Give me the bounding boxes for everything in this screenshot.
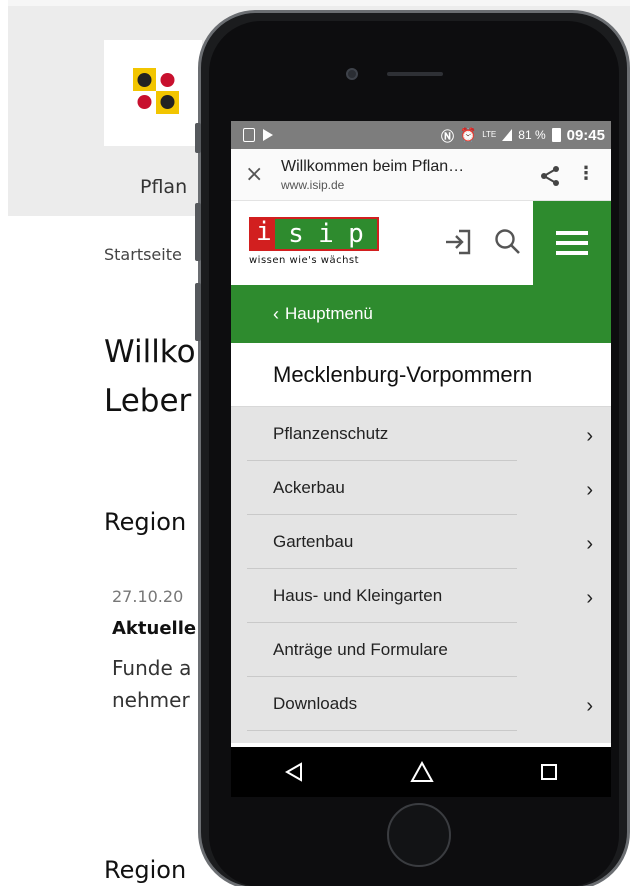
background-region-heading-2: Region — [104, 856, 187, 884]
chevron-right-icon: › — [586, 425, 593, 447]
more-options-icon[interactable]: ⋮ — [577, 163, 595, 184]
hamburger-bar — [556, 231, 588, 235]
earpiece-speaker — [387, 72, 443, 76]
background-heading-line1: Willko — [104, 334, 196, 370]
menu-item-pflanzenschutz[interactable]: Pflanzenschutz › — [231, 407, 611, 461]
close-tab-icon[interactable]: × — [245, 162, 267, 187]
coat-of-arms-icon — [133, 68, 179, 114]
logo-letter: s — [288, 219, 304, 249]
signal-icon — [502, 129, 513, 141]
phone-screen: Ⓝ ⏰ LTE 81 % 09:45 × Willkommen beim Pfl… — [231, 121, 611, 797]
back-label: Hauptmenü — [285, 304, 373, 323]
menu-item-haus-und-kleingarten[interactable]: Haus- und Kleingarten › — [231, 569, 611, 623]
battery-percentage: 81 % — [518, 128, 546, 142]
status-bar: Ⓝ ⏰ LTE 81 % 09:45 — [231, 121, 611, 149]
menu-item-antraege-und-formulare[interactable]: Anträge und Formulare — [231, 623, 611, 677]
menu-item-label: Pflanzenschutz — [273, 424, 389, 443]
page-title: Willkommen beim Pflan… — [281, 157, 465, 175]
clock: 09:45 — [566, 126, 605, 144]
android-navigation-bar — [231, 747, 611, 797]
background-site-name: Pflan — [140, 176, 188, 198]
nav-back-icon[interactable] — [283, 761, 305, 783]
nav-home-icon[interactable] — [410, 761, 434, 783]
region-title: Mecklenburg-Vorpommern — [231, 343, 611, 407]
menu-item-downloads[interactable]: Downloads › — [231, 677, 611, 731]
background-breadcrumb[interactable]: Startseite — [104, 245, 182, 264]
hamburger-bar — [556, 251, 588, 255]
site-header: i s i p wissen wie's wächst — [231, 201, 611, 285]
chevron-right-icon: › — [586, 587, 593, 609]
home-button[interactable] — [387, 803, 451, 867]
chevron-left-icon: ‹ — [273, 303, 279, 324]
browser-toolbar: × Willkommen beim Pflan… www.isip.de ⋮ — [231, 149, 611, 201]
hamburger-bar — [556, 241, 588, 245]
chevron-right-icon: › — [586, 533, 593, 555]
share-icon[interactable] — [539, 165, 561, 187]
menu-list-spacer — [231, 731, 611, 743]
download-notification-icon — [243, 128, 255, 142]
page-url: www.isip.de — [281, 177, 345, 192]
network-type: LTE — [482, 130, 497, 139]
phone-frame: Ⓝ ⏰ LTE 81 % 09:45 × Willkommen beim Pfl… — [195, 10, 630, 886]
logo-letter: i — [318, 219, 334, 249]
menu-item-label: Gartenbau — [273, 532, 354, 551]
nfc-icon: Ⓝ — [440, 128, 454, 144]
url-block[interactable]: Willkommen beim Pflan… www.isip.de — [281, 158, 464, 192]
chevron-right-icon: › — [586, 695, 593, 717]
menu-list: Pflanzenschutz › Ackerbau › Gartenbau › … — [231, 407, 611, 743]
logo-letter-i: i — [256, 217, 272, 247]
back-to-main-menu[interactable]: ‹ Hauptmenü — [231, 285, 611, 343]
background-heading-line2: Leber — [104, 383, 192, 419]
background-region-heading: Region — [104, 508, 187, 536]
search-icon[interactable] — [493, 227, 523, 257]
logo-letters: s i p — [275, 219, 377, 249]
background-news-date: 27.10.20 — [112, 587, 184, 606]
background-topline — [8, 0, 630, 6]
nav-recents-icon[interactable] — [539, 762, 559, 782]
menu-item-label: Downloads — [273, 694, 358, 713]
logo-tagline: wissen wie's wächst — [249, 255, 360, 266]
volume-down-button — [195, 283, 201, 341]
menu-item-label: Ackerbau — [273, 478, 345, 497]
isip-logo[interactable]: i s i p wissen wie's wächst — [249, 217, 379, 266]
logo-letter: p — [348, 219, 364, 249]
mute-switch — [195, 123, 201, 153]
background-news-text-line1: Funde a — [112, 656, 192, 680]
battery-icon — [551, 128, 561, 142]
menu-item-label: Haus- und Kleingarten — [273, 586, 443, 605]
login-icon[interactable] — [443, 227, 473, 257]
background-news-title[interactable]: Aktuelle — [112, 618, 196, 639]
phone-device: Ⓝ ⏰ LTE 81 % 09:45 × Willkommen beim Pfl… — [195, 10, 630, 886]
background-news-text-line2: nehmer — [112, 688, 190, 712]
play-store-icon — [263, 129, 273, 141]
volume-up-button — [195, 203, 201, 261]
chevron-right-icon: › — [586, 479, 593, 501]
hamburger-menu-button[interactable] — [533, 201, 611, 285]
menu-item-ackerbau[interactable]: Ackerbau › — [231, 461, 611, 515]
menu-item-gartenbau[interactable]: Gartenbau › — [231, 515, 611, 569]
front-camera-icon — [346, 68, 358, 80]
menu-item-label: Anträge und Formulare — [273, 640, 448, 659]
alarm-icon: ⏰ — [460, 127, 477, 142]
